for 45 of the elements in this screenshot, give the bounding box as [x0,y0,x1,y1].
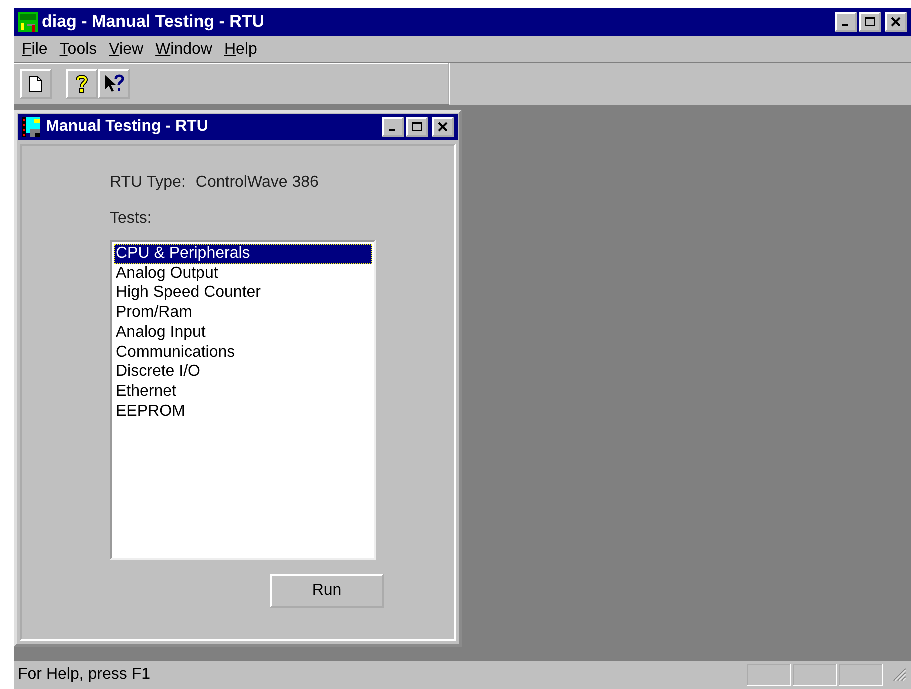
list-item[interactable]: Analog Output [114,264,372,284]
status-text: For Help, press F1 [18,666,152,684]
menu-item[interactable]: Tools [56,41,102,59]
menu-item[interactable]: View [105,41,148,59]
field-label: Tests: [110,210,153,228]
list-item[interactable]: High Speed Counter [114,283,372,304]
list-item[interactable]: Prom/Ram [114,303,372,323]
minimize-icon [389,129,395,131]
list-item[interactable]: Communications [114,342,372,362]
list-item[interactable]: EEPROM [114,402,372,422]
status-pane [747,664,791,686]
field-label: RTU Type: [110,174,186,192]
maximize-button[interactable] [859,12,881,32]
close-button[interactable] [885,12,907,32]
list-item[interactable]: Analog Input [114,322,372,343]
new-document-button[interactable] [20,69,52,99]
context-help-button[interactable] [98,69,130,99]
field-value: ControlWave 386 [196,174,319,192]
status-pane [793,664,837,686]
window-title: Manual Testing - RTU [46,118,210,136]
minimize-button[interactable] [835,12,857,32]
minimize-button[interactable] [382,117,404,137]
maximize-icon [412,122,422,132]
run-button[interactable]: Run [270,574,384,608]
list-item[interactable]: Discrete I/O [114,362,372,382]
list-item[interactable]: Ethernet [114,382,372,402]
close-icon [891,17,901,27]
menu-item[interactable]: Help [220,41,262,59]
minimize-icon [842,24,848,26]
resize-grip[interactable] [893,668,907,682]
maximize-icon [865,17,875,27]
maximize-button[interactable] [406,117,428,137]
status-pane [839,664,883,686]
window-title: diag - Manual Testing - RTU [42,12,266,32]
pointer-question-icon [104,74,124,94]
help-button[interactable] [66,69,98,99]
question-mark-icon [76,74,88,94]
document-icon [29,76,43,92]
list-item[interactable]: CPU & Peripherals [114,244,372,264]
menu-item[interactable]: Window [152,41,216,59]
app-icon [22,117,42,137]
close-button[interactable] [432,117,454,137]
close-icon [438,122,448,132]
menu-item[interactable]: File [18,41,52,59]
app-icon [18,12,38,32]
